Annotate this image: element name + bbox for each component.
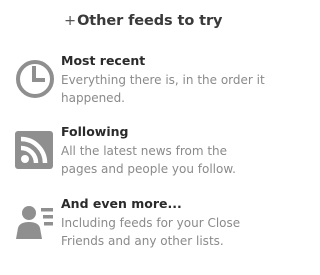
- feed-title: Following: [61, 124, 129, 139]
- feed-title: Most recent: [61, 53, 146, 68]
- feed-description: Everything there is, in the order it hap…: [61, 73, 265, 105]
- feed-title: And even more...: [61, 196, 182, 211]
- feeds-header-title: Other feeds to try: [77, 13, 223, 29]
- plus-icon: +: [64, 13, 77, 29]
- contact-list-icon: [15, 201, 55, 241]
- feed-description: All the latest news from the pages and p…: [61, 144, 236, 176]
- feed-description: Including feeds for your Close Friends a…: [61, 216, 241, 248]
- feeds-header: +Other feeds to try: [64, 13, 222, 29]
- clock-icon: [15, 59, 55, 99]
- rss-icon: [15, 131, 55, 171]
